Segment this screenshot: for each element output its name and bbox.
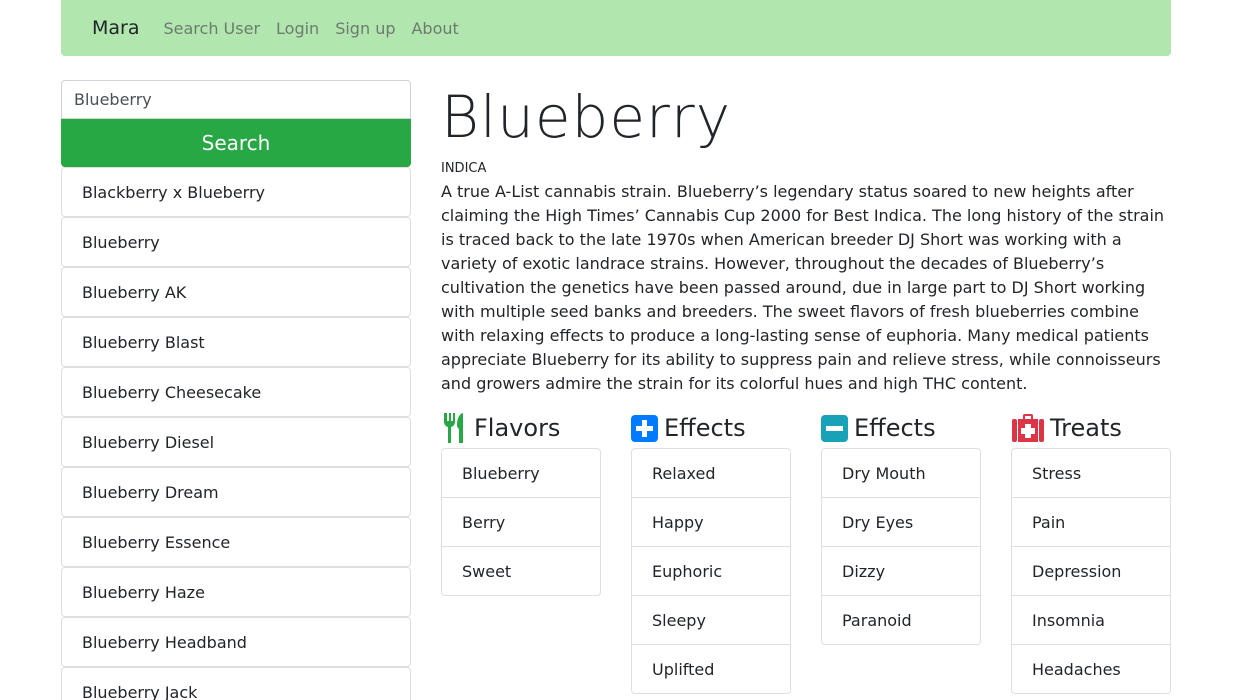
negative-effects-heading: Effects	[821, 408, 981, 448]
result-item[interactable]: Blueberry Blast	[61, 317, 411, 367]
result-item[interactable]: Blueberry Essence	[61, 517, 411, 567]
positive-effects-heading: Effects	[631, 408, 791, 448]
flavors-title: Flavors	[474, 414, 561, 442]
result-item[interactable]: Blueberry Cheesecake	[61, 367, 411, 417]
negative-effects-title: Effects	[854, 414, 936, 442]
effect-item: Sleepy	[632, 595, 790, 644]
page-title: Blueberry	[441, 83, 732, 151]
result-item[interactable]: Blueberry Headband	[61, 617, 411, 667]
result-item[interactable]: Blueberry Dream	[61, 467, 411, 517]
strain-detail: Blueberry INDICA A true A-List cannabis …	[441, 80, 1171, 396]
effect-item: Dry Mouth	[842, 463, 926, 483]
positive-effects-list: Relaxed Happy Euphoric Sleepy Uplifted	[631, 448, 791, 694]
positive-effects-column: Effects Relaxed Happy Euphoric Sleepy Up…	[631, 408, 791, 694]
flavor-item: Sweet	[442, 546, 600, 595]
result-item[interactable]: Blueberry Haze	[61, 567, 411, 617]
treat-item: Pain	[1012, 497, 1170, 546]
result-item[interactable]: Blueberry	[61, 217, 411, 267]
nav-link-signup[interactable]: Sign up	[335, 19, 395, 38]
plus-square-icon	[631, 413, 658, 443]
flavors-list: Blueberry Berry Sweet	[441, 448, 601, 596]
search-results: Blackberry x Blueberry Blueberry Blueber…	[61, 167, 411, 700]
treat-item: Stress	[1032, 463, 1082, 483]
treats-column: Treats Stress Pain Depression Insomnia H…	[1011, 408, 1171, 694]
treats-list: Stress Pain Depression Insomnia Headache…	[1011, 448, 1171, 694]
strain-attributes: Flavors Blueberry Berry Sweet Effects Re…	[441, 408, 1171, 700]
brand-link[interactable]: Mara	[92, 17, 140, 39]
flavor-item: Blueberry	[462, 463, 540, 483]
navbar: Mara Search User Login Sign up About	[61, 0, 1171, 56]
sidebar: Search Blackberry x Blueberry Blueberry …	[61, 80, 411, 700]
result-item[interactable]: Blackberry x Blueberry	[61, 167, 411, 217]
negative-effects-list: Dry Mouth Dry Eyes Dizzy Paranoid	[821, 448, 981, 645]
negative-effects-column: Effects Dry Mouth Dry Eyes Dizzy Paranoi…	[821, 408, 981, 645]
flavor-item: Berry	[442, 497, 600, 546]
first-aid-kit-icon	[1011, 413, 1044, 443]
nav-link-about[interactable]: About	[411, 19, 458, 38]
strain-type-label: INDICA	[441, 161, 487, 176]
effect-item: Dizzy	[822, 546, 980, 595]
search-input[interactable]	[61, 80, 411, 119]
result-item[interactable]: Blueberry Jack	[61, 667, 411, 700]
treats-title: Treats	[1050, 414, 1122, 442]
treat-item: Depression	[1012, 546, 1170, 595]
result-item[interactable]: Blueberry AK	[61, 267, 411, 317]
effect-item: Happy	[632, 497, 790, 546]
search-button[interactable]: Search	[61, 119, 411, 167]
effect-item: Dry Eyes	[822, 497, 980, 546]
minus-square-icon	[821, 413, 848, 443]
effect-item: Relaxed	[652, 463, 716, 483]
flavors-column: Flavors Blueberry Berry Sweet	[441, 408, 601, 596]
effect-item: Paranoid	[822, 595, 980, 644]
utensils-icon	[441, 413, 468, 443]
nav-link-search-user[interactable]: Search User	[164, 19, 261, 38]
treats-heading: Treats	[1011, 408, 1171, 448]
strain-description: A true A-List cannabis strain. Blueberry…	[441, 182, 1165, 393]
flavors-heading: Flavors	[441, 408, 601, 448]
positive-effects-title: Effects	[664, 414, 746, 442]
effect-item: Euphoric	[632, 546, 790, 595]
treat-item: Headaches	[1012, 644, 1170, 693]
result-item[interactable]: Blueberry Diesel	[61, 417, 411, 467]
effect-item: Uplifted	[632, 644, 790, 693]
nav-link-login[interactable]: Login	[276, 19, 319, 38]
treat-item: Insomnia	[1012, 595, 1170, 644]
